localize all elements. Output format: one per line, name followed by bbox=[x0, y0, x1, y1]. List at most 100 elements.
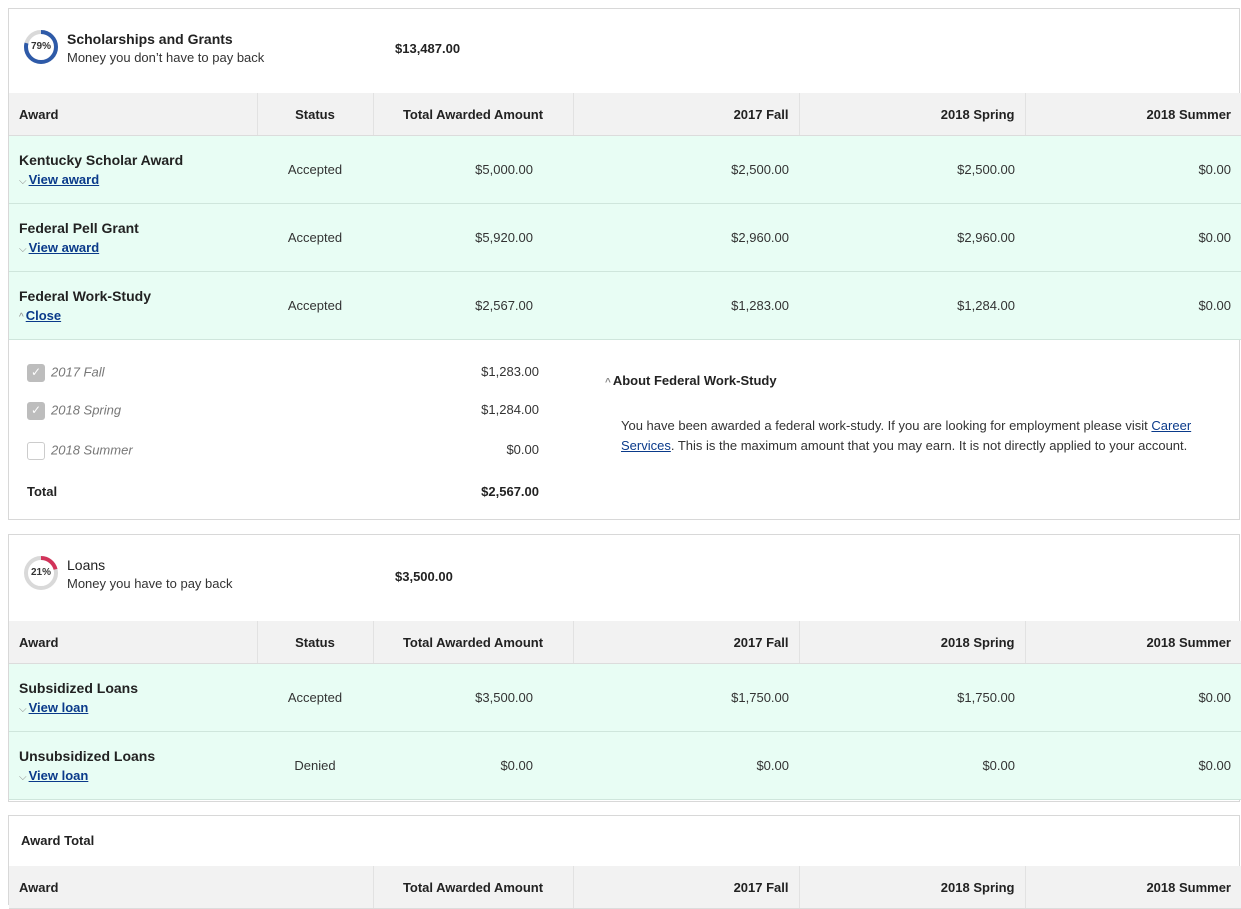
loan-status: Accepted bbox=[257, 663, 373, 732]
col-2018-spring: 2018 Spring bbox=[798, 93, 1025, 136]
col-total: Total Awarded Amount bbox=[372, 866, 573, 909]
award-name: Federal Pell Grant bbox=[19, 220, 139, 236]
award-status: Accepted bbox=[257, 271, 373, 340]
award-total-title: Award Total bbox=[21, 833, 95, 848]
award-spring: $2,960.00 bbox=[799, 203, 1025, 272]
scholarships-header: 79% Scholarships and Grants Money you do… bbox=[9, 9, 1239, 93]
table-row: Subsidized Loans ⌵ View loan Accepted $3,5… bbox=[9, 663, 1241, 732]
scholarships-subtitle: Money you don’t have to pay back bbox=[67, 50, 265, 65]
loan-fall: $1,750.00 bbox=[573, 663, 799, 732]
loan-spring: $0.00 bbox=[799, 731, 1025, 800]
term-row: 2017 Fall bbox=[27, 364, 104, 382]
col-total: Total Awarded Amount bbox=[372, 621, 573, 664]
table-row: Federal Work-Study ^ Close Accepted $2,567… bbox=[9, 271, 1241, 340]
award-spring: $1,284.00 bbox=[799, 271, 1025, 340]
award-fall: $2,500.00 bbox=[573, 135, 799, 204]
about-work-study-toggle[interactable]: ^ About Federal Work-Study bbox=[605, 373, 777, 388]
award-fall: $2,960.00 bbox=[573, 203, 799, 272]
view-award-link[interactable]: View award bbox=[29, 240, 100, 255]
col-2017-fall: 2017 Fall bbox=[572, 93, 799, 136]
scholarships-title: Scholarships and Grants bbox=[67, 31, 233, 47]
term-checkbox[interactable] bbox=[27, 402, 45, 420]
close-link[interactable]: Close bbox=[26, 308, 61, 323]
col-2018-spring: 2018 Spring bbox=[798, 866, 1025, 909]
chevron-up-icon: ^ bbox=[19, 312, 24, 323]
award-summer: $0.00 bbox=[1025, 203, 1241, 272]
work-study-detail: 2017 Fall $1,283.00 2018 Spring $1,284.0… bbox=[9, 340, 1239, 518]
loan-total: $3,500.00 bbox=[373, 663, 573, 732]
chevron-down-icon: ⌵ bbox=[19, 772, 27, 783]
col-2017-fall: 2017 Fall bbox=[572, 621, 799, 664]
col-2017-fall: 2017 Fall bbox=[572, 866, 799, 909]
loan-total: $0.00 bbox=[373, 731, 573, 800]
term-label: 2017 Fall bbox=[51, 364, 105, 380]
table-header-row: Award Status Total Awarded Amount 2017 F… bbox=[9, 621, 1241, 664]
col-2018-summer: 2018 Summer bbox=[1024, 866, 1241, 909]
award-status: Accepted bbox=[257, 135, 373, 204]
detail-total-label: Total bbox=[27, 484, 58, 499]
term-checkbox[interactable] bbox=[27, 442, 45, 460]
term-row: 2018 Summer bbox=[27, 442, 133, 460]
col-award: Award bbox=[9, 93, 257, 136]
term-row: 2018 Spring bbox=[27, 402, 121, 420]
loan-spring: $1,750.00 bbox=[799, 663, 1025, 732]
loan-summer: $0.00 bbox=[1025, 663, 1241, 732]
award-fall: $1,283.00 bbox=[573, 271, 799, 340]
chevron-up-icon: ^ bbox=[605, 377, 611, 388]
scholarships-percent: 79% bbox=[30, 41, 51, 52]
about-title: About Federal Work-Study bbox=[612, 373, 777, 388]
loans-title: Loans bbox=[67, 557, 106, 573]
col-award: Award bbox=[9, 621, 257, 664]
award-total-panel: Award Total Award Total Awarded Amount 2… bbox=[8, 815, 1241, 909]
loan-name: Subsidized Loans bbox=[19, 680, 139, 696]
table-header-row: Award Status Total Awarded Amount 2017 F… bbox=[9, 93, 1241, 136]
term-checkbox[interactable] bbox=[27, 364, 45, 382]
term-label: 2018 Spring bbox=[51, 402, 122, 418]
loan-status: Denied bbox=[257, 731, 373, 800]
award-total: $2,567.00 bbox=[373, 271, 573, 340]
about-text-post: . This is the maximum amount that you ma… bbox=[670, 438, 1188, 453]
detail-total: $2,567.00 bbox=[481, 484, 539, 499]
table-header-row: Award Total Awarded Amount 2017 Fall 201… bbox=[9, 866, 1241, 909]
award-total-table: Award Total Awarded Amount 2017 Fall 201… bbox=[9, 866, 1241, 909]
term-amount: $0.00 bbox=[506, 442, 539, 457]
col-status: Status bbox=[256, 93, 373, 136]
scholarships-panel: 79% Scholarships and Grants Money you do… bbox=[8, 8, 1241, 520]
col-2018-summer: 2018 Summer bbox=[1024, 621, 1241, 664]
award-status: Accepted bbox=[257, 203, 373, 272]
view-loan-link[interactable]: View loan bbox=[29, 700, 89, 715]
scholarships-table: Award Status Total Awarded Amount 2017 F… bbox=[9, 93, 1241, 340]
chevron-down-icon: ⌵ bbox=[19, 176, 27, 187]
view-loan-link[interactable]: View loan bbox=[29, 768, 89, 783]
loans-panel: 21% Loans Money you have to pay back $3,… bbox=[8, 534, 1241, 802]
award-summer: $0.00 bbox=[1025, 135, 1241, 204]
loans-percent: 21% bbox=[30, 567, 51, 578]
about-text: You have been awarded a federal work-stu… bbox=[621, 416, 1227, 456]
about-text-pre: You have been awarded a federal work-stu… bbox=[621, 418, 1152, 433]
col-total: Total Awarded Amount bbox=[372, 93, 573, 136]
award-total: $5,920.00 bbox=[373, 203, 573, 272]
loans-table: Award Status Total Awarded Amount 2017 F… bbox=[9, 621, 1241, 800]
col-award: Award bbox=[9, 866, 373, 909]
col-2018-summer: 2018 Summer bbox=[1024, 93, 1241, 136]
award-summer: $0.00 bbox=[1025, 271, 1241, 340]
loans-subtitle: Money you have to pay back bbox=[67, 576, 233, 591]
view-award-link[interactable]: View award bbox=[29, 172, 100, 187]
term-amount: $1,284.00 bbox=[481, 402, 539, 417]
table-row: Federal Pell Grant ⌵ View award Accepted $… bbox=[9, 203, 1241, 272]
scholarships-amount: $13,487.00 bbox=[395, 41, 461, 56]
chevron-down-icon: ⌵ bbox=[19, 244, 27, 255]
loan-fall: $0.00 bbox=[573, 731, 799, 800]
award-name: Kentucky Scholar Award bbox=[19, 152, 184, 168]
col-2018-spring: 2018 Spring bbox=[798, 621, 1025, 664]
chevron-down-icon: ⌵ bbox=[19, 704, 27, 715]
term-amount: $1,283.00 bbox=[481, 364, 539, 379]
table-row: Unsubsidized Loans ⌵ View loan Denied $0.0… bbox=[9, 731, 1241, 800]
loan-name: Unsubsidized Loans bbox=[19, 748, 156, 764]
award-spring: $2,500.00 bbox=[799, 135, 1025, 204]
loan-summer: $0.00 bbox=[1025, 731, 1241, 800]
col-status: Status bbox=[256, 621, 373, 664]
award-total: $5,000.00 bbox=[373, 135, 573, 204]
award-name: Federal Work-Study bbox=[19, 288, 151, 304]
table-row: Kentucky Scholar Award ⌵ View award Accept… bbox=[9, 135, 1241, 204]
